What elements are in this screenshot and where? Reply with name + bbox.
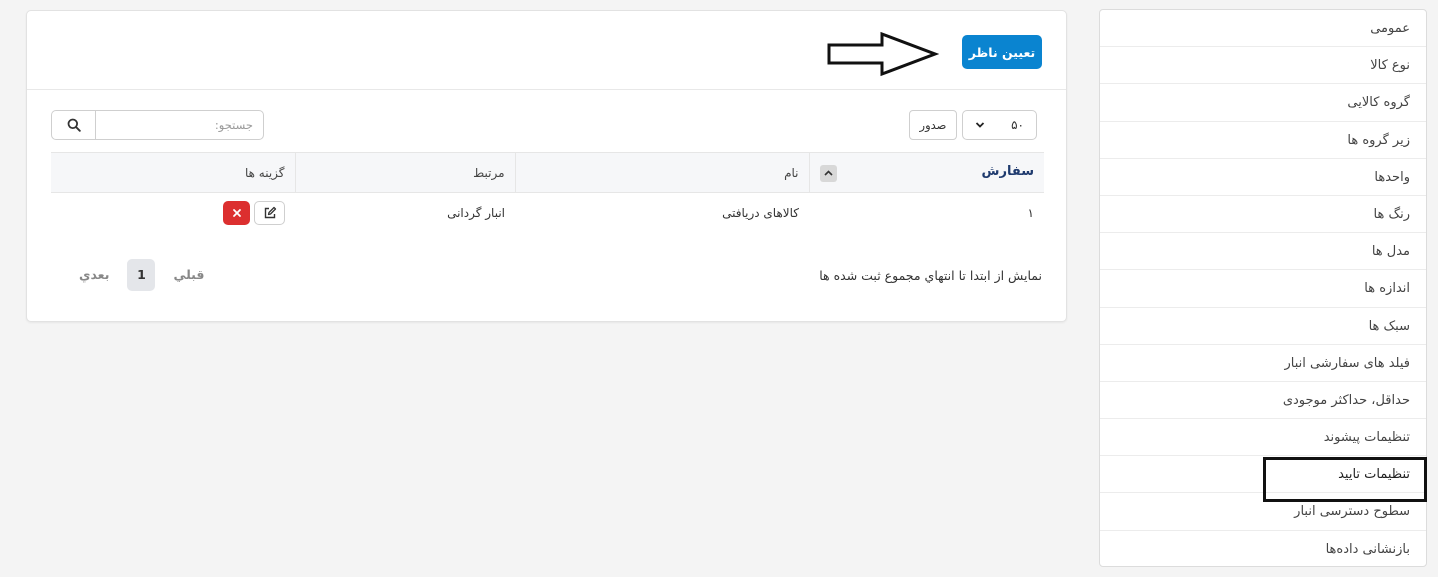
sidebar-item-styles[interactable]: سبک ها xyxy=(1100,308,1426,345)
column-header-label: نام xyxy=(784,165,799,180)
sidebar-item-reset-data[interactable]: بازنشانی داده‌ها xyxy=(1100,531,1426,566)
delete-button[interactable] xyxy=(223,200,250,225)
sort-asc-icon[interactable] xyxy=(819,164,837,182)
search-icon xyxy=(67,118,81,132)
close-icon xyxy=(232,208,241,217)
page-length-value: ۵۰ xyxy=(1011,118,1024,132)
pagination-next[interactable]: بعدي xyxy=(75,259,113,291)
page-length-select[interactable]: ۵۰ xyxy=(962,110,1037,140)
data-table: سفارش نام مرتبط گزینه ها ۱ کالاهای دریاف… xyxy=(51,152,1044,233)
column-header-name[interactable]: نام xyxy=(514,152,809,193)
sidebar-item-sizes[interactable]: اندازه ها xyxy=(1100,270,1426,308)
search-input[interactable] xyxy=(95,110,264,140)
table-header-row: سفارش نام مرتبط گزینه ها xyxy=(51,152,1044,193)
sidebar-item-general[interactable]: عمومی xyxy=(1100,10,1426,48)
sidebar-item-approval-settings[interactable]: تنظیمات تایید xyxy=(1100,456,1426,494)
cell-name: کالاهای دریافتی xyxy=(722,205,799,220)
sidebar-item-subgroups[interactable]: زیر گروه ها xyxy=(1100,122,1426,159)
sidebar-item-product-type[interactable]: نوع کالا xyxy=(1100,47,1426,85)
cell-order: ۱ xyxy=(1027,205,1034,220)
pagination-current-page[interactable]: 1 xyxy=(127,259,156,291)
sidebar-item-min-max-stock[interactable]: حداقل، حداکثر موجودی xyxy=(1100,382,1426,420)
settings-sidebar: عمومی نوع کالا گروه کالایی زیر گروه ها و… xyxy=(1099,9,1427,567)
sidebar-item-prefix-settings[interactable]: تنظیمات پیشوند xyxy=(1100,419,1426,457)
edit-button[interactable] xyxy=(254,200,285,225)
chevron-down-icon xyxy=(975,122,985,128)
main-card: تعیین ناظر ۵۰ صدور سفارش xyxy=(26,10,1067,322)
column-header-order[interactable]: سفارش xyxy=(808,152,1044,193)
table-row: ۱ کالاهای دریافتی انبار گردانی xyxy=(51,193,1044,233)
card-header: تعیین ناظر xyxy=(27,11,1066,90)
edit-icon xyxy=(264,206,276,218)
table-info: نمايش از ابتدا تا انتهاي مجموع ثبت شده ه… xyxy=(819,268,1042,283)
search-group xyxy=(51,110,264,140)
cell-related: انبار گردانی xyxy=(447,205,505,220)
column-header-label: گزینه ها xyxy=(244,165,285,180)
sidebar-item-product-group[interactable]: گروه کالایی xyxy=(1100,84,1426,122)
pagination-previous[interactable]: قبلي xyxy=(169,259,208,291)
column-header-related[interactable]: مرتبط xyxy=(294,152,515,193)
column-header-label: مرتبط xyxy=(473,165,505,180)
export-button[interactable]: صدور xyxy=(909,110,957,140)
assign-supervisor-button[interactable]: تعیین ناظر xyxy=(962,35,1042,69)
column-header-label: سفارش xyxy=(981,163,1034,179)
sidebar-item-colors[interactable]: رنگ ها xyxy=(1100,196,1426,234)
column-header-options: گزینه ها xyxy=(51,152,295,193)
sidebar-item-models[interactable]: مدل ها xyxy=(1100,233,1426,271)
sidebar-item-custom-fields[interactable]: فیلد های سفارشی انبار xyxy=(1100,345,1426,382)
search-button[interactable] xyxy=(51,110,95,140)
sidebar-item-units[interactable]: واحدها xyxy=(1100,159,1426,196)
arrow-right-icon xyxy=(827,31,939,77)
pagination: بعدي 1 قبلي xyxy=(75,259,208,291)
cell-options xyxy=(51,193,295,233)
sidebar-item-access-levels[interactable]: سطوح دسترسی انبار xyxy=(1100,493,1426,531)
